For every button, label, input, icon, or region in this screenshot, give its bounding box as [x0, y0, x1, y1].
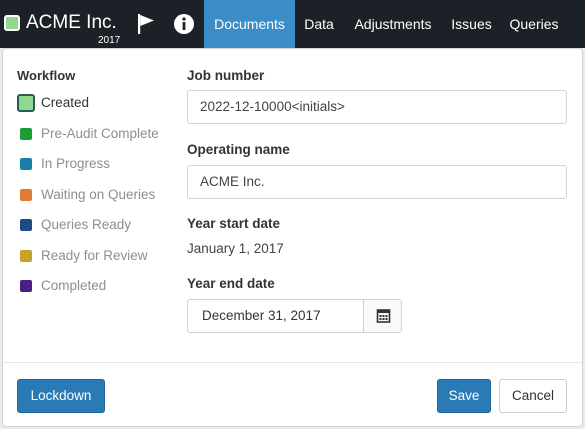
top-navbar: ACME Inc. 2017 Documents Data Adjustment…	[0, 0, 585, 48]
tab-queries[interactable]: Queries	[500, 0, 568, 48]
status-swatch-icon	[20, 250, 32, 262]
job-settings-dialog: Workflow Created Pre-Audit Complete In P…	[2, 48, 583, 427]
calendar-button[interactable]	[363, 299, 402, 333]
year-start-label: Year start date	[187, 216, 281, 231]
status-swatch-icon	[20, 280, 32, 292]
status-swatch-icon	[20, 128, 32, 140]
job-number-label: Job number	[187, 68, 265, 83]
status-swatch-icon	[20, 189, 32, 201]
workflow-item-label: Created	[41, 95, 90, 110]
operating-name-field[interactable]: ACME Inc.	[187, 165, 567, 199]
dialog-footer: Lockdown Save Cancel	[3, 362, 582, 428]
workflow-item-label: In Progress	[41, 156, 111, 171]
calendar-icon	[376, 309, 391, 323]
workflow-item-label: Completed	[41, 278, 107, 293]
cancel-button[interactable]: Cancel	[499, 379, 567, 413]
workflow-item-label: Queries Ready	[41, 217, 132, 232]
year-end-date-picker: December 31, 2017	[187, 299, 402, 333]
flag-icon[interactable]	[134, 12, 158, 36]
tab-documents[interactable]: Documents	[204, 0, 295, 48]
brand[interactable]: ACME Inc. 2017	[0, 0, 128, 48]
save-button[interactable]: Save	[437, 379, 491, 413]
lockdown-button[interactable]: Lockdown	[17, 379, 105, 413]
job-number-field[interactable]: 2022-12-10000<initials>	[187, 90, 567, 124]
tab-adjustments[interactable]: Adjustments	[343, 0, 443, 48]
status-swatch-icon	[20, 219, 32, 231]
workflow-item-label: Ready for Review	[41, 248, 148, 263]
status-swatch-icon	[17, 94, 35, 112]
year-end-label: Year end date	[187, 276, 275, 291]
info-icon[interactable]	[172, 12, 196, 36]
operating-name-label: Operating name	[187, 142, 290, 157]
workflow-item-label: Waiting on Queries	[41, 187, 156, 202]
workflow-title: Workflow	[17, 68, 76, 83]
status-swatch-icon	[20, 158, 32, 170]
brand-name: ACME Inc.	[26, 12, 117, 33]
year-end-date-field[interactable]: December 31, 2017	[187, 299, 364, 333]
workflow-item-label: Pre-Audit Complete	[41, 126, 159, 141]
dialog-body: Workflow Created Pre-Audit Complete In P…	[3, 49, 582, 362]
brand-year: 2017	[98, 35, 121, 46]
tab-data[interactable]: Data	[295, 0, 343, 48]
tab-issues[interactable]: Issues	[443, 0, 500, 48]
status-swatch-icon	[4, 15, 20, 31]
year-start-value: January 1, 2017	[187, 241, 284, 256]
